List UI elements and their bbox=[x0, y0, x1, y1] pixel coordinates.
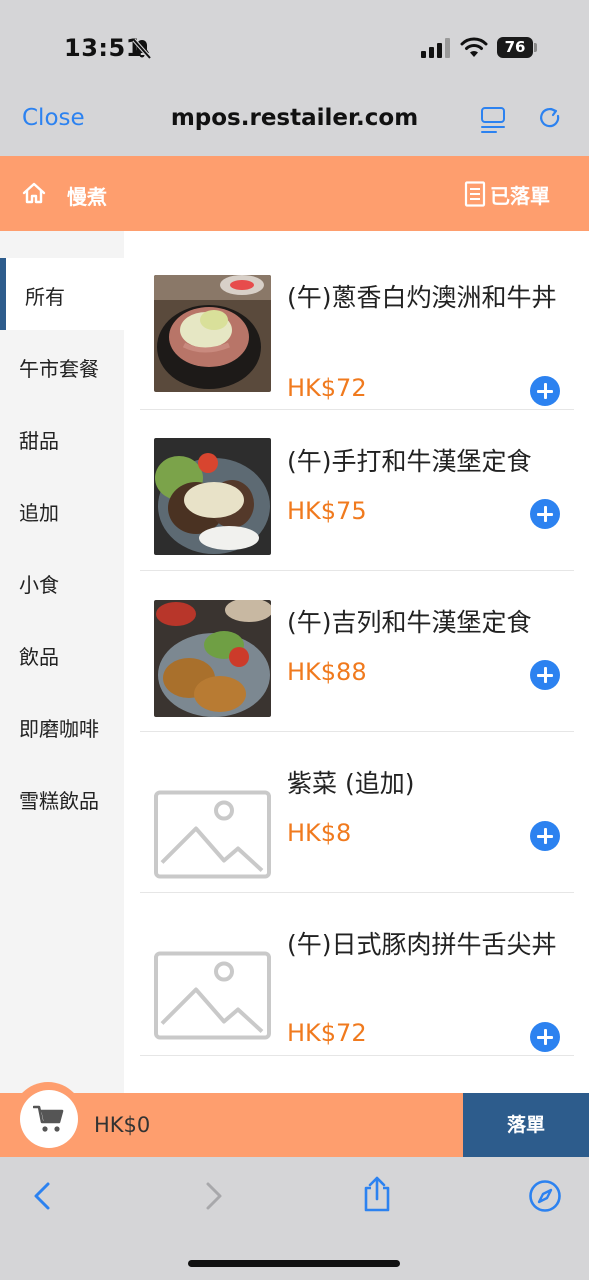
add-to-cart-button[interactable] bbox=[530, 660, 560, 690]
battery-indicator: 76 bbox=[497, 37, 533, 58]
product-item[interactable]: (午)日式豚肉拼牛舌尖丼 HK$72 bbox=[140, 893, 574, 1056]
wifi-icon bbox=[460, 37, 488, 57]
signal-icon bbox=[421, 38, 450, 58]
category-label: 雪糕飲品 bbox=[19, 789, 99, 813]
hamburg-steak-photo bbox=[154, 438, 271, 555]
receipt-icon bbox=[464, 181, 486, 207]
category-label: 飲品 bbox=[19, 645, 59, 669]
product-item[interactable]: (午)吉列和牛漢堡定食 HK$88 bbox=[140, 571, 574, 732]
compass-icon[interactable] bbox=[528, 1179, 562, 1213]
category-label: 即磨咖啡 bbox=[19, 717, 99, 741]
home-indicator bbox=[188, 1260, 400, 1267]
category-dessert[interactable]: 甜品 bbox=[0, 402, 124, 474]
home-icon[interactable] bbox=[22, 182, 46, 204]
beef-bowl-photo bbox=[154, 275, 271, 392]
category-label: 所有 bbox=[25, 285, 65, 309]
product-name: (午)手打和牛漢堡定食 bbox=[287, 447, 532, 476]
back-icon[interactable] bbox=[26, 1179, 60, 1213]
order-history-button[interactable]: 已落單 bbox=[464, 179, 550, 209]
product-item[interactable]: (午)蔥香白灼澳洲和牛丼 HK$72 bbox=[140, 250, 574, 410]
category-sidebar: 所有 午市套餐 甜品 追加 小食 飲品 即磨咖啡 雪糕飲品 bbox=[0, 231, 124, 1093]
status-bar: 13:51 76 bbox=[0, 0, 589, 95]
product-price: HK$72 bbox=[287, 1019, 367, 1047]
share-icon[interactable] bbox=[360, 1175, 394, 1213]
placeholder-image-icon bbox=[154, 790, 271, 879]
order-history-label: 已落單 bbox=[490, 183, 550, 208]
app-header: 慢煮 已落單 bbox=[0, 156, 589, 231]
category-add-on[interactable]: 追加 bbox=[0, 474, 124, 546]
product-price: HK$72 bbox=[287, 374, 367, 402]
category-snacks[interactable]: 小食 bbox=[0, 546, 124, 618]
battery-tip bbox=[534, 43, 537, 52]
category-label: 追加 bbox=[19, 501, 59, 525]
shopping-cart-icon[interactable] bbox=[33, 1104, 65, 1134]
category-label: 甜品 bbox=[19, 429, 59, 453]
product-price: HK$75 bbox=[287, 497, 367, 525]
category-coffee[interactable]: 即磨咖啡 bbox=[0, 690, 124, 762]
add-to-cart-button[interactable] bbox=[530, 821, 560, 851]
placeholder-image-icon bbox=[154, 951, 271, 1040]
product-name: (午)吉列和牛漢堡定食 bbox=[287, 608, 532, 637]
category-all[interactable]: 所有 bbox=[0, 258, 124, 330]
product-name: (午)蔥香白灼澳洲和牛丼 bbox=[287, 283, 557, 312]
add-to-cart-button[interactable] bbox=[530, 499, 560, 529]
reload-icon[interactable] bbox=[538, 105, 564, 133]
forward-icon[interactable] bbox=[196, 1179, 230, 1213]
add-to-cart-button[interactable] bbox=[530, 1022, 560, 1052]
product-item[interactable]: 紫菜 (追加) HK$8 bbox=[140, 732, 574, 893]
product-name: 紫菜 (追加) bbox=[287, 769, 415, 798]
shop-name: 慢煮 bbox=[67, 185, 107, 209]
category-lunch-set[interactable]: 午市套餐 bbox=[0, 330, 124, 402]
cart-total: HK$0 bbox=[94, 1113, 151, 1137]
category-ice-cream-drinks[interactable]: 雪糕飲品 bbox=[0, 762, 124, 834]
browser-bar: Close mpos.restailer.com bbox=[0, 95, 589, 156]
product-item[interactable]: (午)手打和牛漢堡定食 HK$75 bbox=[140, 410, 574, 571]
category-drinks[interactable]: 飲品 bbox=[0, 618, 124, 690]
cutlet-photo bbox=[154, 600, 271, 717]
checkout-button[interactable]: 落單 bbox=[463, 1093, 589, 1157]
product-price: HK$88 bbox=[287, 658, 367, 686]
reader-view-icon[interactable] bbox=[480, 105, 506, 133]
product-price: HK$8 bbox=[287, 819, 352, 847]
bell-off-icon bbox=[132, 38, 152, 60]
category-label: 午市套餐 bbox=[19, 357, 99, 381]
category-label: 小食 bbox=[19, 573, 59, 597]
add-to-cart-button[interactable] bbox=[530, 376, 560, 406]
product-name: (午)日式豚肉拼牛舌尖丼 bbox=[287, 930, 557, 959]
